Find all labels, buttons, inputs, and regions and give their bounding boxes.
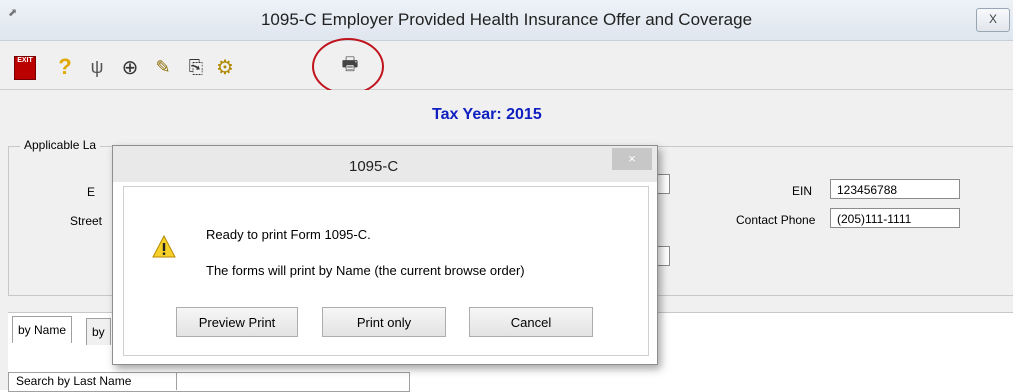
window-titlebar: ⬈ 1095-C Employer Provided Health Insura… <box>0 0 1013 41</box>
street-label: Street <box>70 214 103 228</box>
edit-icon[interactable]: ✎ <box>151 55 175 79</box>
tools-icon[interactable]: ψ <box>85 55 109 79</box>
tab-by-name[interactable]: by Name <box>12 316 73 343</box>
warning-icon <box>152 235 176 258</box>
dialog-titlebar: 1095-C × <box>113 146 657 182</box>
name-label: E <box>87 185 96 199</box>
tax-year-heading: Tax Year: 2015 <box>432 106 542 123</box>
tab-by-other[interactable]: by <box>86 318 111 345</box>
contact-phone-field[interactable]: (205)111-1111 <box>830 208 960 228</box>
ein-field[interactable]: 123456788 <box>830 179 960 199</box>
gears-icon[interactable]: ⚙ <box>213 55 237 79</box>
search-divider <box>176 372 177 390</box>
toolbar: EXIT ? ψ ⊕ ✎ ⎘ ⚙ 🖶 <box>0 41 1013 90</box>
preview-print-button[interactable]: Preview Print <box>176 307 298 337</box>
dialog-title: 1095-C <box>349 158 399 175</box>
dialog-body: Ready to print Form 1095-C. The forms wi… <box>123 186 649 356</box>
dialog-message-line2: The forms will print by Name (the curren… <box>206 263 525 278</box>
dialog-message-line1: Ready to print Form 1095-C. <box>206 227 371 242</box>
help-icon[interactable]: ? <box>53 54 77 79</box>
window-close-button[interactable]: X <box>976 8 1010 32</box>
search-label: Search by Last Name <box>16 374 132 388</box>
exit-icon[interactable]: EXIT <box>14 56 36 80</box>
cancel-button[interactable]: Cancel <box>469 307 593 337</box>
dialog-close-button[interactable]: × <box>612 148 652 170</box>
window-title: 1095-C Employer Provided Health Insuranc… <box>260 10 753 29</box>
add-icon[interactable]: ⊕ <box>118 55 142 79</box>
ein-label: EIN <box>792 184 813 198</box>
print-dialog: 1095-C × Ready to print Form 1095-C. The… <box>112 145 658 365</box>
exit-label: EXIT <box>17 57 33 64</box>
annotation-circle <box>312 38 384 95</box>
copy-icon[interactable]: ⎘ <box>184 55 208 79</box>
contact-phone-label: Contact Phone <box>736 213 816 227</box>
print-only-button[interactable]: Print only <box>322 307 446 337</box>
group-label: Applicable La <box>20 138 101 152</box>
